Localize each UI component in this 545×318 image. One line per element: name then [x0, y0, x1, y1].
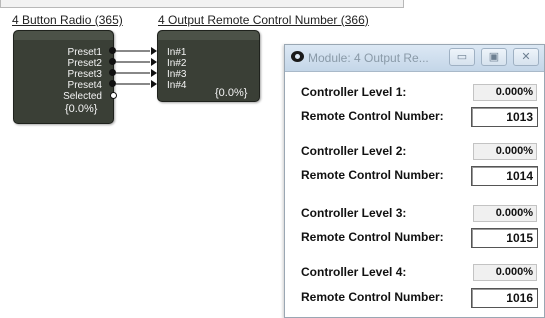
remote-control-block[interactable]: In#1 In#2 In#3 In#4 {0.0%}	[157, 30, 260, 102]
window-title: Module: 4 Output Re...	[308, 51, 429, 65]
remote-control-number-2-label: Remote Control Number:	[301, 168, 444, 182]
remote-control-number-1-label: Remote Control Number:	[301, 109, 444, 123]
remote-control-number-4-label: Remote Control Number:	[301, 290, 444, 304]
controller-level-2-label: Controller Level 2:	[301, 144, 407, 158]
remote-control-block-value: {0.0%}	[215, 87, 248, 99]
module-window[interactable]: Module: 4 Output Re... ▭ ▣ ✕ Controller …	[284, 44, 545, 318]
remote-control-number-2-input[interactable]: 1014	[471, 166, 538, 186]
input-label-2: In#2	[167, 58, 187, 69]
close-button[interactable]: ✕	[513, 48, 539, 66]
window-titlebar[interactable]: Module: 4 Output Re... ▭ ▣ ✕	[285, 45, 544, 72]
minimize-button[interactable]: ▭	[449, 48, 475, 66]
window-body: Controller Level 1: 0.000% Remote Contro…	[285, 72, 544, 317]
block-title-remote-control[interactable]: 4 Output Remote Control Number (366)	[158, 13, 369, 27]
maximize-button[interactable]: ▣	[481, 48, 507, 66]
controller-level-3-label: Controller Level 3:	[301, 206, 407, 220]
controller-level-4-label: Controller Level 4:	[301, 265, 407, 279]
remote-control-number-3-label: Remote Control Number:	[301, 230, 444, 244]
controller-level-1-label: Controller Level 1:	[301, 85, 407, 99]
controller-level-4-value: 0.000%	[473, 264, 537, 281]
remote-control-number-4-input[interactable]: 1016	[471, 288, 538, 308]
controller-level-1-value: 0.000%	[473, 84, 537, 101]
controller-level-3-value: 0.000%	[473, 205, 537, 222]
controller-level-2-value: 0.000%	[473, 143, 537, 160]
remote-control-number-3-input[interactable]: 1015	[471, 228, 538, 248]
remote-control-number-1-input[interactable]: 1013	[471, 107, 538, 127]
input-label-1: In#1	[167, 47, 187, 58]
input-label-3: In#3	[167, 69, 187, 80]
app-logo-icon	[291, 51, 304, 62]
input-label-4: In#4	[167, 80, 187, 91]
